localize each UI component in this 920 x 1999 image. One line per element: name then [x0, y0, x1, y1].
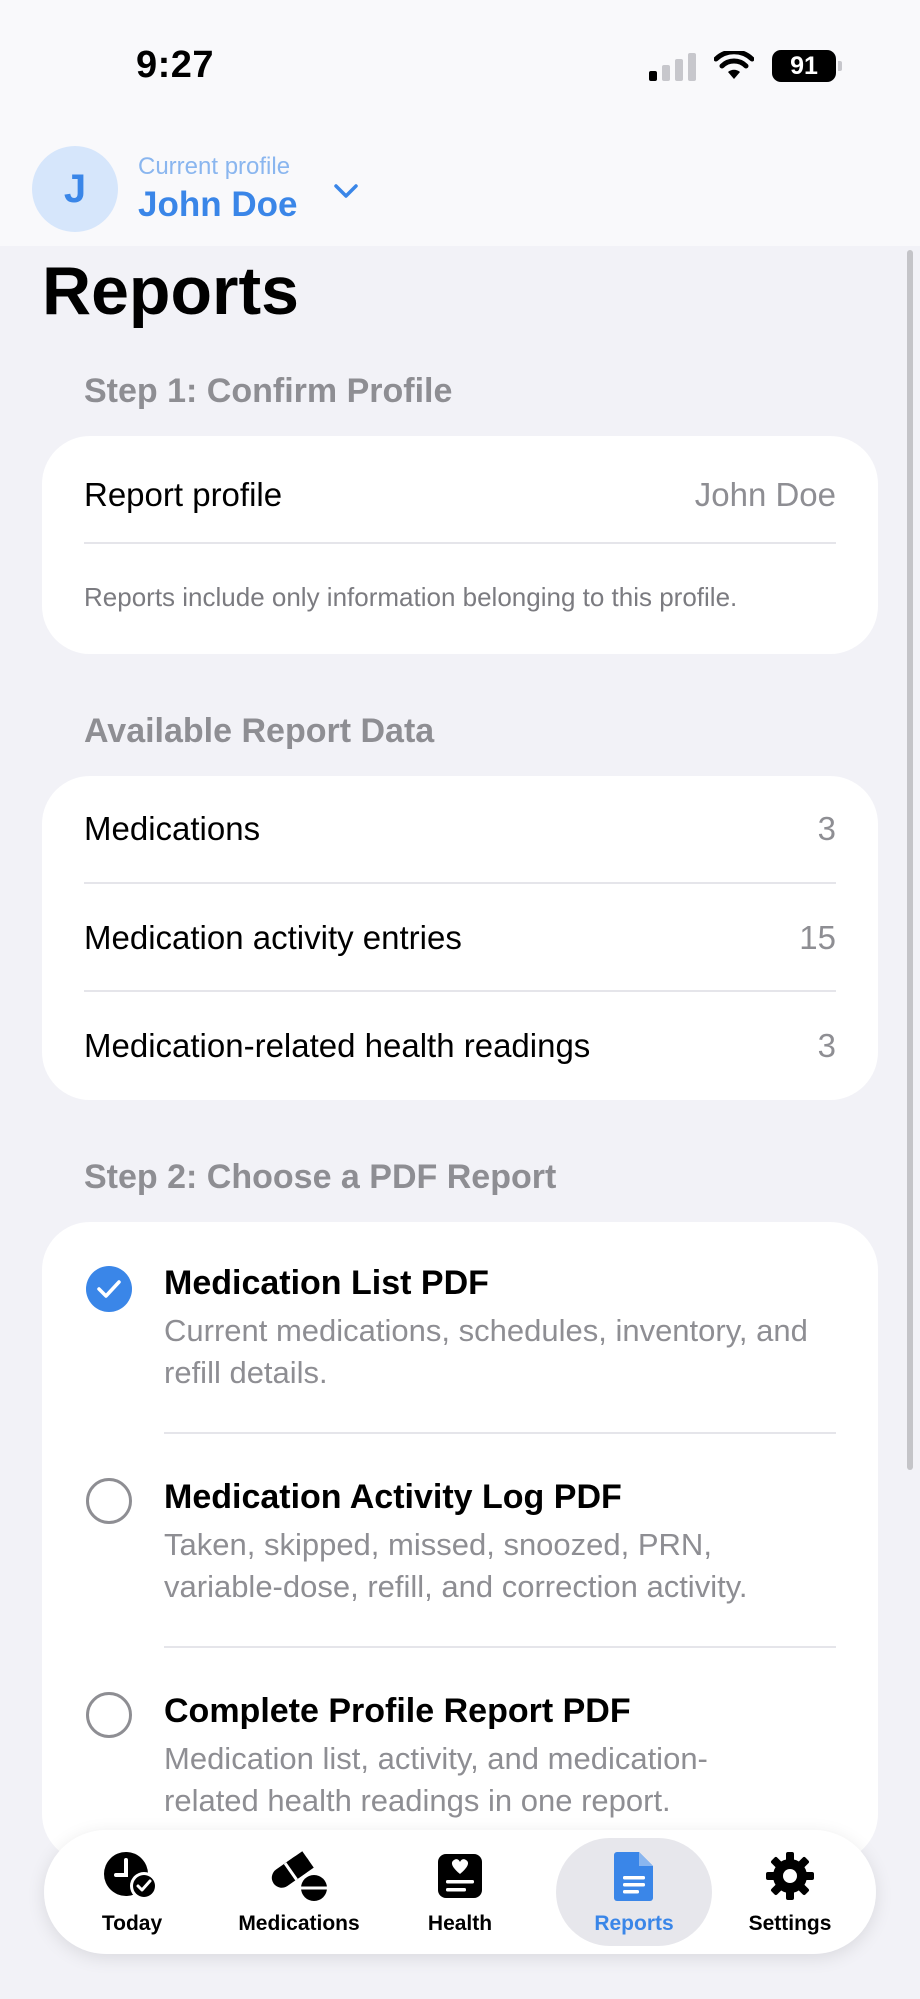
battery-icon: 91: [772, 50, 842, 82]
tab-reports[interactable]: Reports: [556, 1830, 712, 1954]
option-title: Complete Profile Report PDF: [164, 1692, 631, 1730]
radio-unchecked-icon[interactable]: [86, 1478, 132, 1524]
option-description: Taken, skipped, missed, snoozed, PRN, var…: [164, 1527, 748, 1604]
option-title: Medication List PDF: [164, 1264, 489, 1302]
radio-checked-icon[interactable]: [86, 1266, 132, 1312]
divider: [84, 542, 836, 544]
profile-note: Reports include only information belongi…: [84, 582, 738, 612]
tab-label: Reports: [594, 1912, 674, 1935]
divider: [84, 990, 836, 992]
tab-bar: Today Medications Health Reports Setting…: [44, 1830, 876, 1954]
page-title: Reports: [42, 253, 299, 329]
step2-header: Step 2: Choose a PDF Report: [84, 1158, 557, 1196]
available-data-card: Medications 3 Medication activity entrie…: [42, 776, 878, 1100]
option-description: Current medications, schedules, inventor…: [164, 1313, 808, 1390]
current-profile-caption: Current profile: [138, 153, 291, 180]
gear-icon: [764, 1850, 816, 1902]
cellular-signal-icon: [649, 51, 696, 81]
report-profile-row[interactable]: Report profile John Doe: [84, 470, 836, 520]
option-title: Medication Activity Log PDF: [164, 1478, 622, 1516]
top-bar: 9:27 91 J Current profile John Doe: [0, 0, 920, 246]
scrollbar[interactable]: [907, 250, 913, 1470]
report-option-medication-list[interactable]: Medication List PDF Current medications,…: [42, 1222, 878, 1432]
status-icons: 91: [649, 50, 842, 82]
data-count: 15: [799, 919, 836, 956]
report-options-card: Medication List PDF Current medications,…: [42, 1222, 878, 1862]
tab-settings[interactable]: Settings: [720, 1830, 860, 1954]
clock-check-icon: [102, 1850, 162, 1902]
step1-header: Step 1: Confirm Profile: [84, 372, 453, 410]
divider: [84, 882, 836, 884]
available-header: Available Report Data: [84, 712, 435, 750]
profile-switcher[interactable]: J Current profile John Doe: [32, 146, 359, 232]
report-profile-value: John Doe: [694, 476, 836, 513]
wifi-icon: [714, 51, 754, 79]
list-item: Medication activity entries 15: [84, 913, 836, 963]
report-option-activity-log[interactable]: Medication Activity Log PDF Taken, skipp…: [42, 1434, 878, 1646]
list-item: Medication-related health readings 3: [84, 1021, 836, 1071]
chevron-down-icon: [334, 184, 359, 198]
current-profile-name: John Doe: [138, 185, 298, 224]
tab-label: Medications: [238, 1912, 360, 1935]
tab-label: Today: [101, 1912, 163, 1935]
radio-unchecked-icon[interactable]: [86, 1692, 132, 1738]
data-label: Medication activity entries: [84, 919, 462, 956]
data-label: Medications: [84, 810, 261, 847]
status-time: 9:27: [136, 44, 215, 86]
data-label: Medication-related health readings: [84, 1027, 591, 1064]
heart-chart-icon: [436, 1850, 484, 1902]
list-item: Medications 3: [84, 804, 836, 854]
data-count: 3: [817, 810, 836, 847]
document-icon: [613, 1850, 655, 1902]
tab-label: Settings: [748, 1912, 832, 1935]
tab-today[interactable]: Today: [66, 1830, 198, 1954]
pills-icon: [268, 1850, 330, 1902]
tab-health[interactable]: Health: [394, 1830, 526, 1954]
profile-card: Report profile John Doe Reports include …: [42, 436, 878, 654]
data-count: 3: [817, 1027, 836, 1064]
report-profile-label: Report profile: [84, 476, 283, 513]
tab-label: Health: [427, 1912, 493, 1935]
tab-medications[interactable]: Medications: [224, 1830, 374, 1954]
avatar: J: [32, 146, 118, 232]
option-description: Medication list, activity, and medicatio…: [164, 1741, 708, 1818]
